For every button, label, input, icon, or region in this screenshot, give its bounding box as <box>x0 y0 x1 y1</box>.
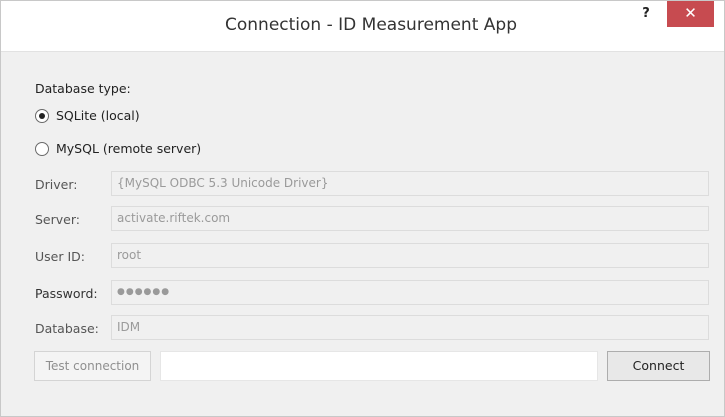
radio-sqlite-label[interactable]: SQLite (local) <box>56 108 140 123</box>
database-field[interactable]: IDM <box>111 315 709 340</box>
server-label: Server: <box>35 212 80 227</box>
test-connection-button[interactable]: Test connection <box>34 351 151 381</box>
radio-mysql-label[interactable]: MySQL (remote server) <box>56 141 201 156</box>
connect-button[interactable]: Connect <box>607 351 710 381</box>
close-button[interactable]: ✕ <box>667 1 714 27</box>
user-id-field[interactable]: root <box>111 243 709 268</box>
driver-field[interactable]: {MySQL ODBC 5.3 Unicode Driver} <box>111 171 709 196</box>
password-label: Password: <box>35 286 98 301</box>
radio-mysql-indicator[interactable] <box>35 142 49 156</box>
user-id-label: User ID: <box>35 249 85 264</box>
driver-label: Driver: <box>35 177 78 192</box>
server-field[interactable]: activate.riftek.com <box>111 206 709 231</box>
password-field[interactable]: ●●●●●● <box>111 280 709 305</box>
title-bar: Connection - ID Measurement App ? ✕ <box>1 1 724 52</box>
connection-status-field <box>160 351 598 381</box>
help-button[interactable]: ? <box>631 3 661 27</box>
connection-dialog: Connection - ID Measurement App ? ✕ Data… <box>0 0 725 417</box>
radio-selected-dot <box>39 113 45 119</box>
database-type-label: Database type: <box>35 81 131 96</box>
database-label: Database: <box>35 321 99 336</box>
window-title: Connection - ID Measurement App <box>225 15 517 35</box>
radio-sqlite-indicator[interactable] <box>35 109 49 123</box>
